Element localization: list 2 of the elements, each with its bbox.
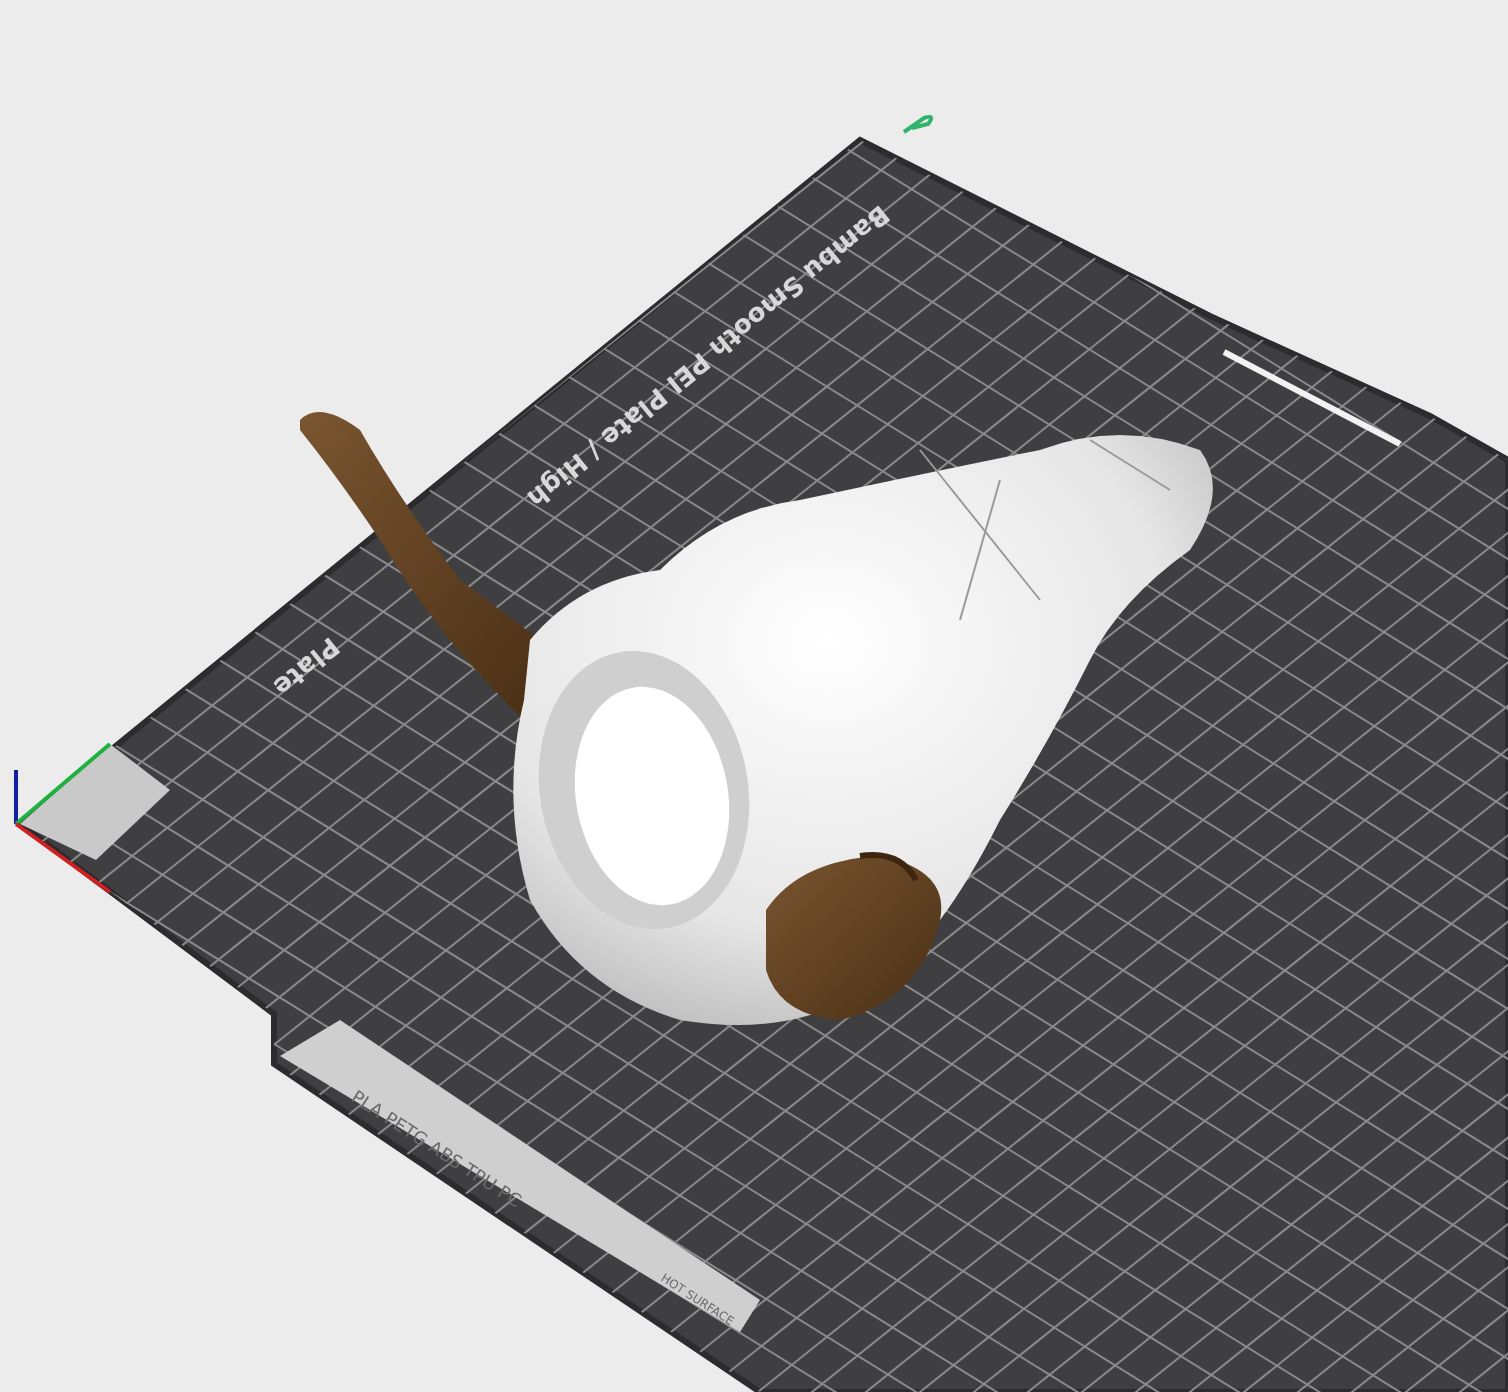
plate-marker-icon [902, 114, 934, 134]
axes-icon [14, 742, 112, 894]
